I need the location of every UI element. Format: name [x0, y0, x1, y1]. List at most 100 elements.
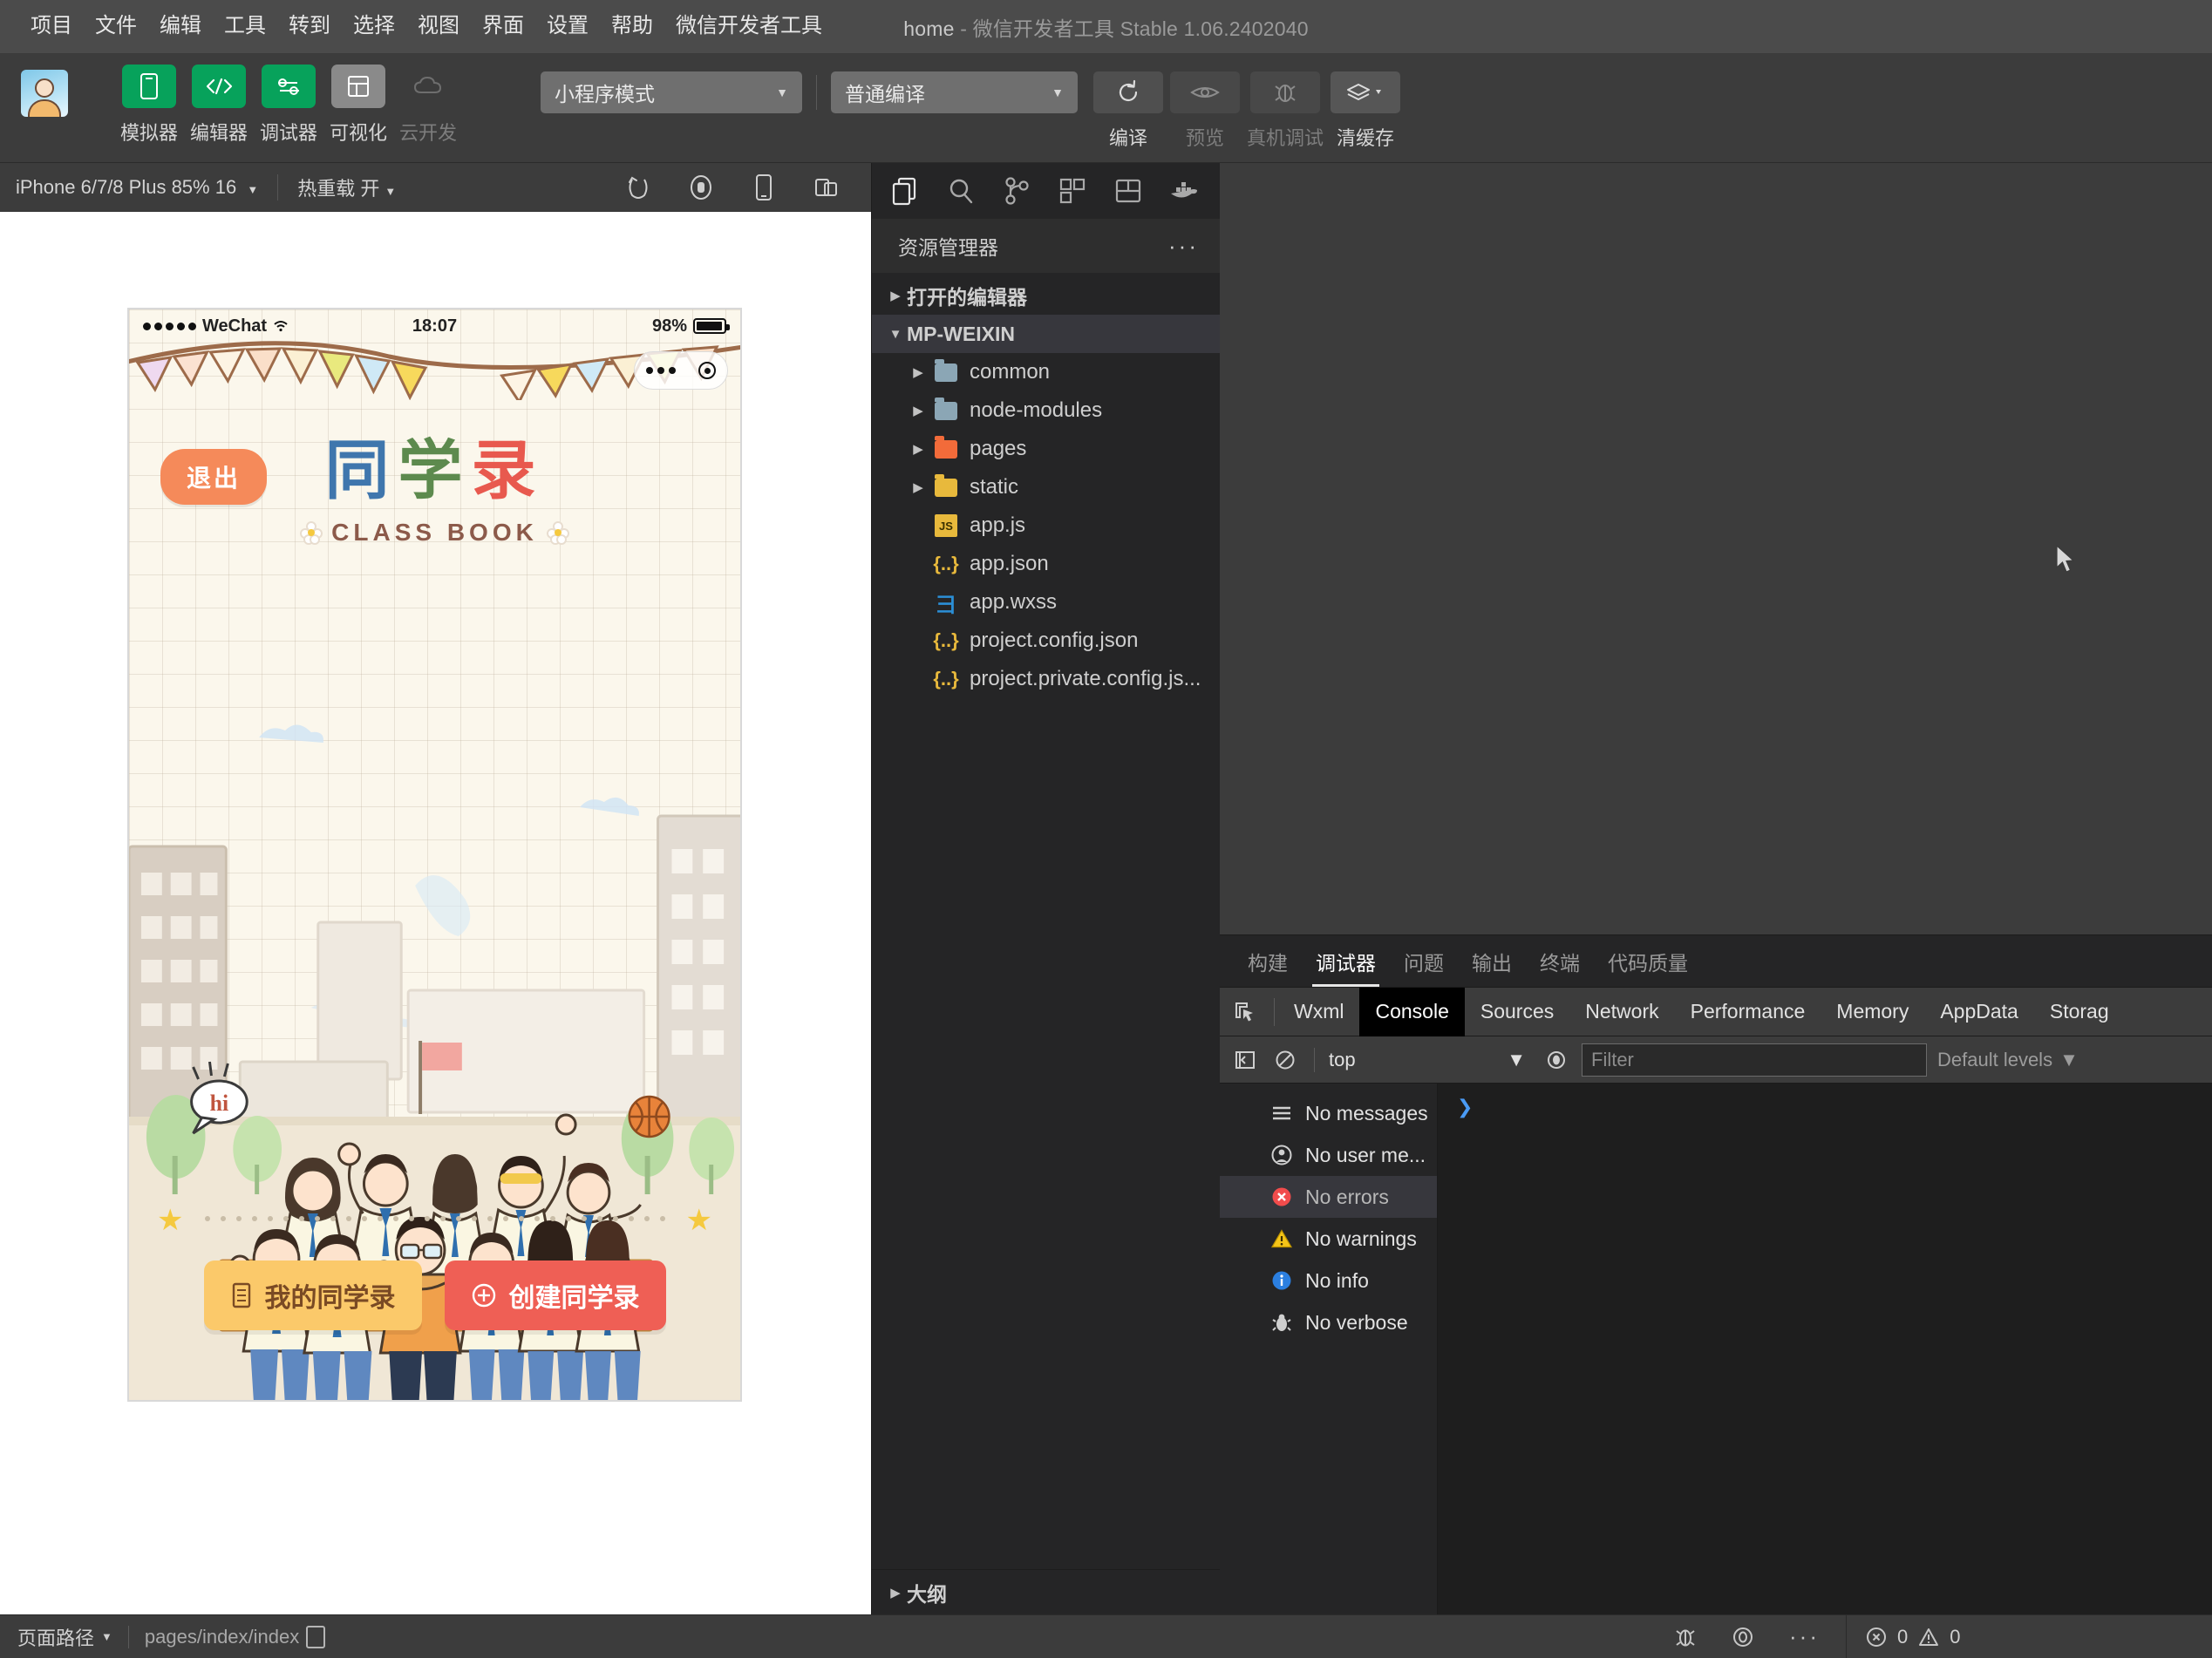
docker-icon[interactable] — [1156, 166, 1212, 215]
menu-item-devtools[interactable]: 微信开发者工具 — [664, 9, 834, 44]
app-window: 项目 文件 编辑 工具 转到 选择 视图 界面 设置 帮助 微信开发者工具 ho… — [0, 0, 2212, 1658]
page-path-value-group[interactable]: pages/index/index — [145, 1622, 326, 1648]
menu-item-help[interactable]: 帮助 — [600, 9, 664, 44]
compile-select[interactable]: 普通编译 ▼ — [831, 71, 1078, 113]
tab-output[interactable]: 输出 — [1458, 947, 1526, 987]
layout-icon — [331, 65, 385, 108]
tree-section-open-editors[interactable]: ▶ 打开的编辑器 — [872, 276, 1220, 315]
close-target-icon[interactable] — [698, 362, 716, 379]
tab-terminal[interactable]: 终端 — [1526, 947, 1594, 987]
devtab-storage[interactable]: Storag — [2034, 988, 2125, 1036]
info-icon — [1270, 1269, 1293, 1292]
toolbar-button-realdevice[interactable]: 真机调试 — [1247, 71, 1324, 151]
console-filter-warnings[interactable]: No warnings — [1220, 1218, 1437, 1260]
window-icon[interactable] — [813, 174, 840, 200]
console-filter-verbose[interactable]: No verbose — [1220, 1301, 1437, 1343]
explorer-more-button[interactable]: ··· — [1168, 233, 1199, 260]
record-icon[interactable] — [688, 174, 714, 200]
devtab-appdata[interactable]: AppData — [1924, 988, 2034, 1036]
create-classbook-button[interactable]: 创建同学录 — [444, 1260, 666, 1330]
phone-time: 18:07 — [412, 316, 458, 336]
page-path-select[interactable]: 页面路径 ▼ — [17, 1623, 112, 1651]
wechat-capsule[interactable] — [634, 351, 728, 390]
tree-item-node-modules[interactable]: ▶ node-modules — [872, 391, 1220, 430]
devtab-sources[interactable]: Sources — [1465, 988, 1569, 1036]
toolbar-button-visual[interactable]: 可视化 — [330, 65, 387, 146]
outline-section[interactable]: ▶ 大纲 — [872, 1569, 1220, 1614]
toolbar-button-cloud[interactable]: 云开发 — [399, 65, 457, 146]
device-icon[interactable] — [751, 173, 777, 200]
search-icon[interactable] — [933, 166, 989, 215]
window-title-dash: - — [960, 17, 968, 40]
toolbar-button-debugger[interactable]: 调试器 — [260, 65, 317, 146]
editor-area[interactable] — [1220, 163, 2212, 934]
toolbar-button-compile[interactable]: 编译 — [1093, 71, 1163, 151]
source-control-icon[interactable] — [989, 166, 1045, 215]
more-dots-icon[interactable] — [646, 367, 676, 374]
tree-item-app-wxss[interactable]: 彐 app.wxss — [872, 583, 1220, 622]
inspect-element-icon[interactable] — [1220, 1001, 1270, 1023]
eye-icon[interactable] — [1732, 1626, 1754, 1648]
rotate-icon[interactable] — [625, 174, 651, 200]
files-icon[interactable] — [877, 166, 933, 215]
tree-item-project-config[interactable]: {..} project.config.json — [872, 622, 1220, 660]
toolbar-button-clearcache[interactable]: 清缓存 — [1331, 71, 1401, 151]
bug-icon[interactable] — [1674, 1625, 1697, 1649]
devtab-wxml[interactable]: Wxml — [1278, 988, 1359, 1036]
phone-screen[interactable]: WeChat 18:07 98% 退出 同 学 录 CLASS BOOK hi … — [127, 308, 742, 1402]
console-context-select[interactable]: top ▼ — [1329, 1049, 1531, 1071]
mode-select[interactable]: 小程序模式 ▼ — [541, 71, 802, 113]
console-output[interactable]: ❯ — [1438, 1084, 2212, 1614]
tree-item-app-json[interactable]: {..} app.json — [872, 545, 1220, 583]
tree-section-mp-weixin[interactable]: ▼ MP-WEIXIN — [872, 315, 1220, 353]
menu-item-project[interactable]: 项目 — [19, 9, 84, 44]
console-filter-input[interactable]: Filter — [1582, 1043, 1927, 1077]
console-settings-eye-icon[interactable] — [1542, 1045, 1571, 1075]
menu-item-select[interactable]: 选择 — [342, 9, 406, 44]
tree-item-project-private-config[interactable]: {..} project.private.config.js... — [872, 660, 1220, 698]
tree-item-pages[interactable]: ▶ pages — [872, 430, 1220, 468]
more-icon[interactable]: ··· — [1789, 1623, 1820, 1650]
logo-english-row: CLASS BOOK — [129, 519, 740, 547]
console-sidebar-toggle-icon[interactable] — [1230, 1045, 1260, 1075]
toolbar-button-simulator[interactable]: 模拟器 — [120, 65, 178, 146]
menu-item-edit[interactable]: 编辑 — [148, 9, 213, 44]
tree-item-static[interactable]: ▶ static — [872, 468, 1220, 506]
my-classbook-button[interactable]: 我的同学录 — [203, 1260, 422, 1330]
tab-debugger[interactable]: 调试器 — [1302, 947, 1390, 987]
menu-item-interface[interactable]: 界面 — [471, 9, 535, 44]
menu-item-file[interactable]: 文件 — [84, 9, 148, 44]
console-levels-select[interactable]: Default levels ▼ — [1937, 1049, 2087, 1071]
toolbar-button-preview[interactable]: 预览 — [1170, 71, 1240, 151]
console-filter-errors[interactable]: No errors — [1220, 1176, 1437, 1218]
exit-button[interactable]: 退出 — [160, 449, 268, 505]
devtab-network[interactable]: Network — [1569, 988, 1674, 1036]
avatar[interactable] — [21, 70, 68, 117]
copy-icon[interactable] — [303, 1622, 326, 1648]
menu-item-settings[interactable]: 设置 — [535, 9, 600, 44]
extensions-icon[interactable] — [1045, 166, 1100, 215]
clear-console-icon[interactable] — [1270, 1045, 1300, 1075]
layout-icon[interactable] — [1100, 166, 1156, 215]
menu-item-view[interactable]: 视图 — [406, 9, 471, 44]
tab-code-quality[interactable]: 代码质量 — [1594, 947, 1702, 987]
toolbar-button-editor[interactable]: 编辑器 — [190, 65, 248, 146]
console-filter-user-messages[interactable]: No user me... — [1220, 1134, 1437, 1176]
devtab-performance[interactable]: Performance — [1675, 988, 1821, 1036]
console-filter-info[interactable]: No info — [1220, 1260, 1437, 1301]
avatar-container[interactable] — [0, 54, 68, 117]
tab-problems[interactable]: 问题 — [1390, 947, 1458, 987]
tab-build[interactable]: 构建 — [1234, 947, 1302, 987]
hotreload-select[interactable]: 热重载 开 ▼ — [297, 173, 396, 201]
status-diagnostics[interactable]: 0 0 — [1846, 1615, 2195, 1658]
device-select[interactable]: iPhone 6/7/8 Plus 85% 16 ▼ — [16, 176, 258, 199]
devtab-memory[interactable]: Memory — [1821, 988, 1924, 1036]
devtab-console[interactable]: Console — [1359, 987, 1465, 1036]
console-filter-messages[interactable]: No messages — [1220, 1092, 1437, 1134]
tree-item-common[interactable]: ▶ common — [872, 353, 1220, 391]
flower-icon — [546, 521, 569, 545]
tree-item-app-js[interactable]: JS app.js — [872, 506, 1220, 545]
menu-item-tools[interactable]: 工具 — [213, 9, 277, 44]
menu-item-goto[interactable]: 转到 — [277, 9, 342, 44]
cloud-icon — [401, 65, 455, 108]
